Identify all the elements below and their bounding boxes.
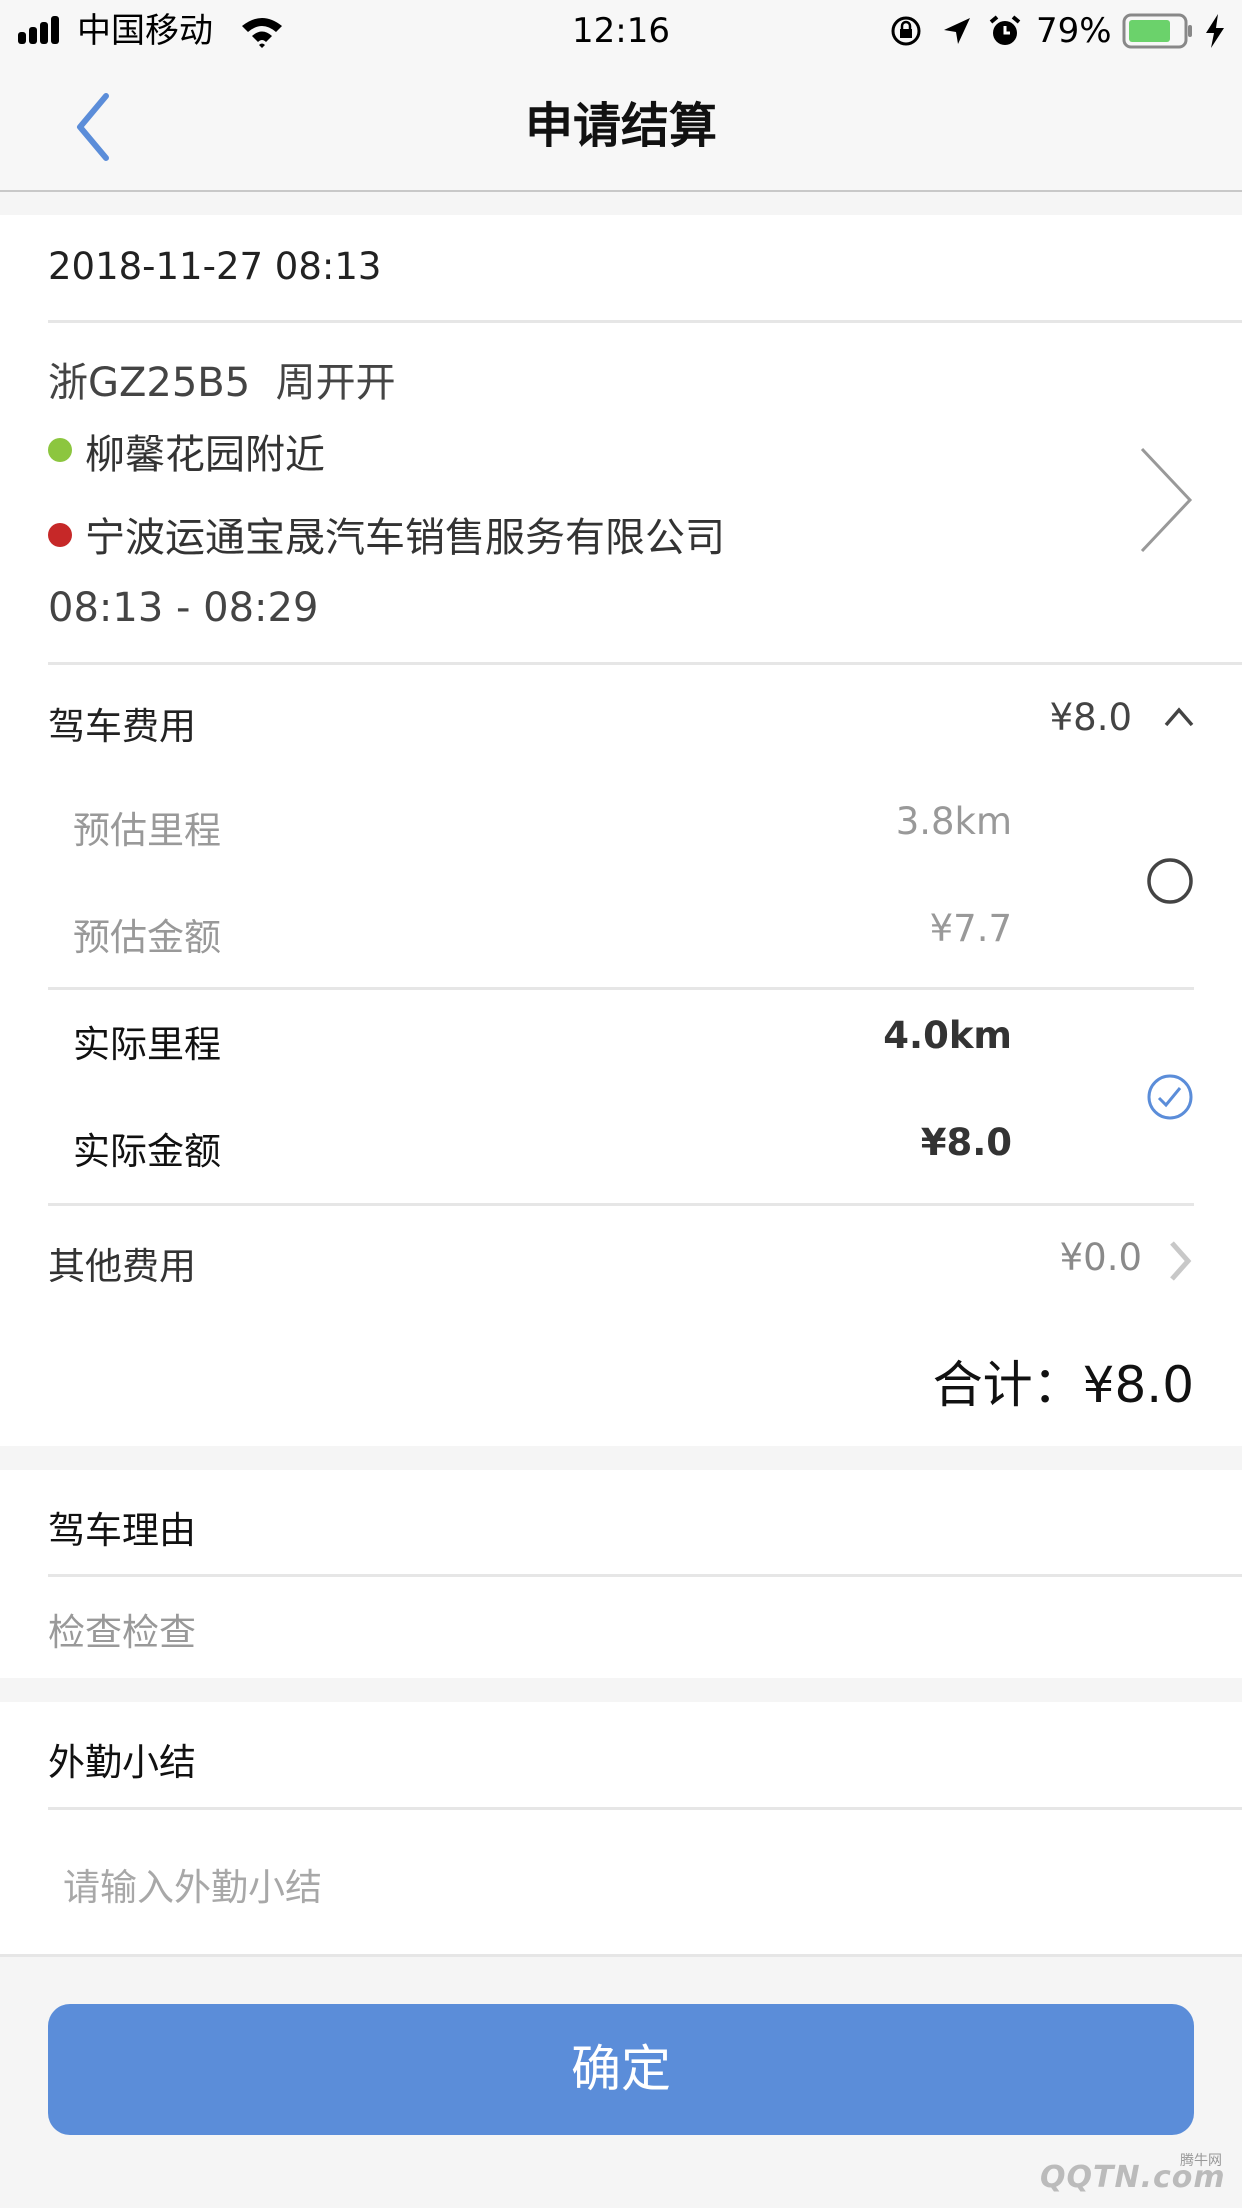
trip-datetime: 2018-11-27 08:13 — [48, 245, 382, 288]
actual-mileage-label: 实际里程 — [73, 1023, 221, 1066]
battery-percent: 79% — [1036, 11, 1112, 51]
total-amount: 合计：¥8.0 — [933, 1345, 1194, 1417]
destination-address: 宁波运通宝晟汽车销售服务有限公司 — [85, 515, 725, 561]
watermark-sub: 腾牛网 — [1180, 2153, 1222, 2169]
total-value: ¥8.0 — [1082, 1356, 1194, 1414]
rotation-lock-icon — [891, 16, 921, 46]
other-fee-value: ¥0.0 — [1059, 1236, 1142, 1279]
radio-unchecked-icon[interactable] — [1145, 856, 1195, 906]
status-bar: 中国移动 12:16 79% — [0, 0, 1242, 62]
reason-section: 驾车理由 检查检查 — [0, 1470, 1242, 1678]
actual-mileage-value: 4.0km — [883, 1014, 1012, 1057]
estimate-mileage-value: 3.8km — [895, 800, 1012, 843]
summary-section: 外勤小结 — [0, 1702, 1242, 1957]
estimate-amount-label: 预估金额 — [73, 916, 221, 959]
location-icon — [944, 18, 970, 44]
battery-icon — [1122, 13, 1192, 49]
chevron-up-icon — [1164, 707, 1194, 727]
driver-name: 周开开 — [275, 360, 396, 406]
origin-dot-icon — [48, 438, 72, 462]
destination-dot-icon — [48, 523, 72, 547]
other-fee-label: 其他费用 — [48, 1245, 196, 1288]
alarm-icon — [989, 15, 1021, 45]
page-title: 申请结算 — [524, 98, 717, 154]
driving-fee-value: ¥8.0 — [1049, 696, 1132, 739]
estimate-amount-value: ¥7.7 — [929, 907, 1012, 950]
charging-icon — [1206, 14, 1224, 48]
actual-amount-label: 实际金额 — [73, 1130, 221, 1173]
reason-value: 检查检查 — [48, 1611, 196, 1654]
actual-amount-value: ¥8.0 — [920, 1121, 1012, 1164]
chevron-right-icon — [1170, 1241, 1192, 1281]
trip-time-range: 08:13 - 08:29 — [48, 585, 319, 631]
summary-input[interactable] — [63, 1857, 1193, 1937]
confirm-button[interactable]: 确定 — [48, 2004, 1194, 2135]
total-label: 合计： — [932, 1356, 1083, 1414]
license-plate: 浙GZ25B5 — [48, 360, 251, 406]
chevron-left-icon — [77, 93, 109, 161]
back-button[interactable] — [70, 92, 120, 162]
reason-label: 驾车理由 — [48, 1509, 196, 1552]
nav-bar: 申请结算 — [0, 62, 1242, 192]
radio-checked-icon[interactable] — [1145, 1072, 1195, 1122]
chevron-right-icon — [1140, 447, 1193, 553]
estimate-mileage-label: 预估里程 — [73, 809, 221, 852]
trip-section: 2018-11-27 08:13 浙GZ25B5 周开开 柳馨花园附近 宁波运通… — [0, 215, 1242, 1446]
summary-label: 外勤小结 — [48, 1741, 196, 1784]
driving-fee-label: 驾车费用 — [48, 705, 196, 748]
origin-address: 柳馨花园附近 — [85, 432, 325, 478]
